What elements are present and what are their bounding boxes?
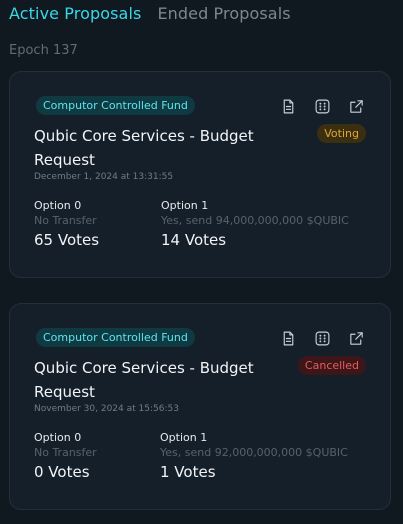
option-votes: 1 Votes	[160, 463, 216, 481]
epoch-label: Epoch 137	[9, 43, 78, 58]
tab-active-proposals[interactable]: Active Proposals	[9, 4, 141, 23]
proposal-title[interactable]: Qubic Core Services - Budget Request	[34, 356, 284, 404]
option-votes: 65 Votes	[34, 231, 100, 249]
proposal-title[interactable]: Qubic Core Services - Budget Request	[34, 124, 284, 172]
option-1: Option 1 Yes, send 92,000,000,000 $QUBIC…	[160, 431, 348, 481]
external-link-icon[interactable]	[346, 96, 366, 116]
proposal-card: Computor Controlled Fund Qubic Core Serv…	[9, 71, 391, 278]
dots-grid-icon[interactable]	[312, 96, 332, 116]
option-description: No Transfer	[34, 214, 97, 227]
category-badge: Computor Controlled Fund	[36, 328, 195, 347]
dots-grid-icon[interactable]	[312, 328, 332, 348]
proposal-tabs: Active Proposals Ended Proposals	[9, 4, 291, 23]
card-actions	[278, 328, 366, 348]
option-votes: 0 Votes	[34, 463, 90, 481]
card-actions	[278, 96, 366, 116]
option-label: Option 1	[160, 431, 208, 444]
proposal-card: Computor Controlled Fund Qubic Core Serv…	[9, 303, 391, 510]
option-1: Option 1 Yes, send 94,000,000,000 $QUBIC…	[161, 199, 349, 249]
proposal-date: November 30, 2024 at 15:56:53	[34, 404, 179, 414]
option-0: Option 0 No Transfer 0 Votes	[34, 431, 97, 481]
option-0: Option 0 No Transfer 65 Votes	[34, 199, 99, 249]
document-icon[interactable]	[278, 328, 298, 348]
option-label: Option 0	[34, 199, 82, 212]
status-badge: Cancelled	[297, 356, 366, 375]
option-votes: 14 Votes	[161, 231, 227, 249]
tab-ended-proposals[interactable]: Ended Proposals	[157, 4, 290, 23]
document-icon[interactable]	[278, 96, 298, 116]
external-link-icon[interactable]	[346, 328, 366, 348]
proposal-date: December 1, 2024 at 13:31:55	[34, 172, 174, 182]
option-description: Yes, send 94,000,000,000 $QUBIC	[161, 214, 349, 227]
option-description: No Transfer	[34, 446, 97, 459]
option-description: Yes, send 92,000,000,000 $QUBIC	[160, 446, 348, 459]
option-label: Option 1	[161, 199, 209, 212]
status-badge: Voting	[317, 124, 366, 143]
category-badge: Computor Controlled Fund	[36, 96, 195, 115]
option-label: Option 0	[34, 431, 82, 444]
